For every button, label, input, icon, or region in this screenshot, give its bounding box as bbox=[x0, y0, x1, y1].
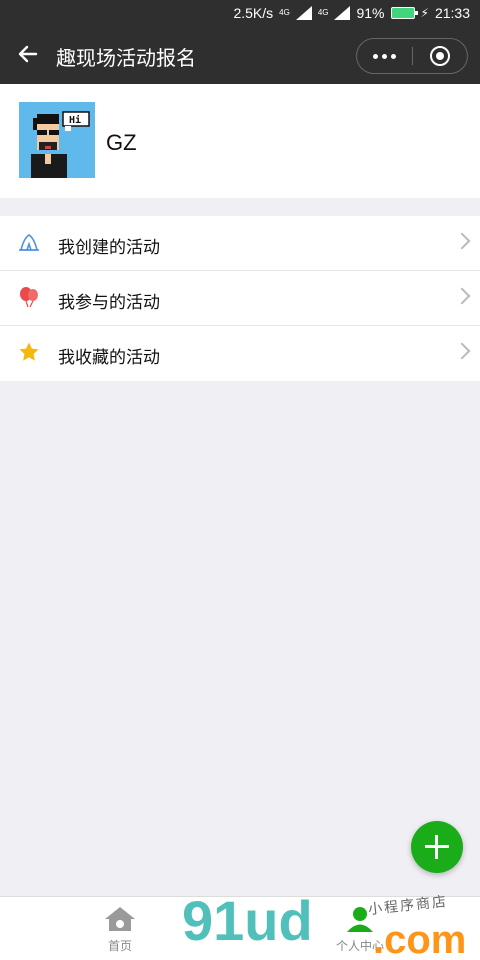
menu-item-label: 我参与的活动 bbox=[58, 293, 160, 312]
close-miniprogram-button[interactable] bbox=[413, 39, 468, 73]
home-icon bbox=[105, 907, 135, 931]
tab-home-label: 首页 bbox=[107, 939, 132, 953]
back-arrow-icon[interactable] bbox=[16, 42, 40, 66]
menu-item-created[interactable]: 我创建的活动 bbox=[0, 216, 480, 271]
nav-bar: 趣现场活动报名 bbox=[0, 28, 480, 84]
capsule-menu bbox=[356, 38, 468, 74]
status-bar: 2.5K/s 4G 4G 91% ⚡ 21:33 bbox=[0, 0, 480, 28]
clock: 21:33 bbox=[434, 5, 470, 21]
status-right: 2.5K/s 4G 4G 91% ⚡ 21:33 bbox=[233, 5, 470, 21]
page-title: 趣现场活动报名 bbox=[56, 48, 196, 70]
more-button[interactable] bbox=[357, 39, 412, 73]
chevron-right-icon bbox=[453, 287, 471, 305]
signal-icon bbox=[294, 6, 312, 20]
watermark-logo: 91ud bbox=[182, 889, 313, 952]
profile-card: Hi GZ bbox=[0, 84, 480, 198]
menu-item-label: 我收藏的活动 bbox=[58, 348, 160, 367]
activity-menu: 我创建的活动 我参与的活动 我收藏的活动 bbox=[0, 216, 480, 381]
chevron-right-icon bbox=[453, 342, 471, 360]
network-speed: 2.5K/s bbox=[233, 5, 274, 21]
tab-home[interactable]: 首页 bbox=[60, 905, 180, 954]
menu-item-favorites[interactable]: 我收藏的活动 bbox=[0, 326, 480, 381]
avatar-hi-text: Hi bbox=[69, 114, 81, 126]
charging-icon: ⚡ bbox=[420, 6, 429, 20]
user-name: GZ bbox=[106, 130, 137, 155]
star-icon bbox=[19, 342, 39, 361]
more-icon bbox=[372, 53, 396, 59]
menu-item-joined[interactable]: 我参与的活动 bbox=[0, 271, 480, 326]
network-type-1: 4G bbox=[279, 8, 290, 17]
target-icon bbox=[429, 46, 450, 66]
menu-item-label: 我创建的活动 bbox=[58, 238, 160, 257]
battery-percent: 91% bbox=[356, 5, 385, 21]
avatar-pixel-art: Hi bbox=[19, 102, 95, 178]
signal-icon-2 bbox=[332, 6, 351, 20]
network-type-2: 4G bbox=[317, 8, 329, 17]
battery-icon bbox=[390, 7, 418, 19]
watermark-domain: .com bbox=[373, 918, 467, 960]
chevron-right-icon bbox=[453, 232, 471, 250]
tent-icon bbox=[19, 234, 39, 251]
avatar[interactable]: Hi bbox=[19, 102, 95, 178]
add-activity-button[interactable] bbox=[411, 821, 463, 873]
balloon-icon bbox=[20, 287, 38, 308]
